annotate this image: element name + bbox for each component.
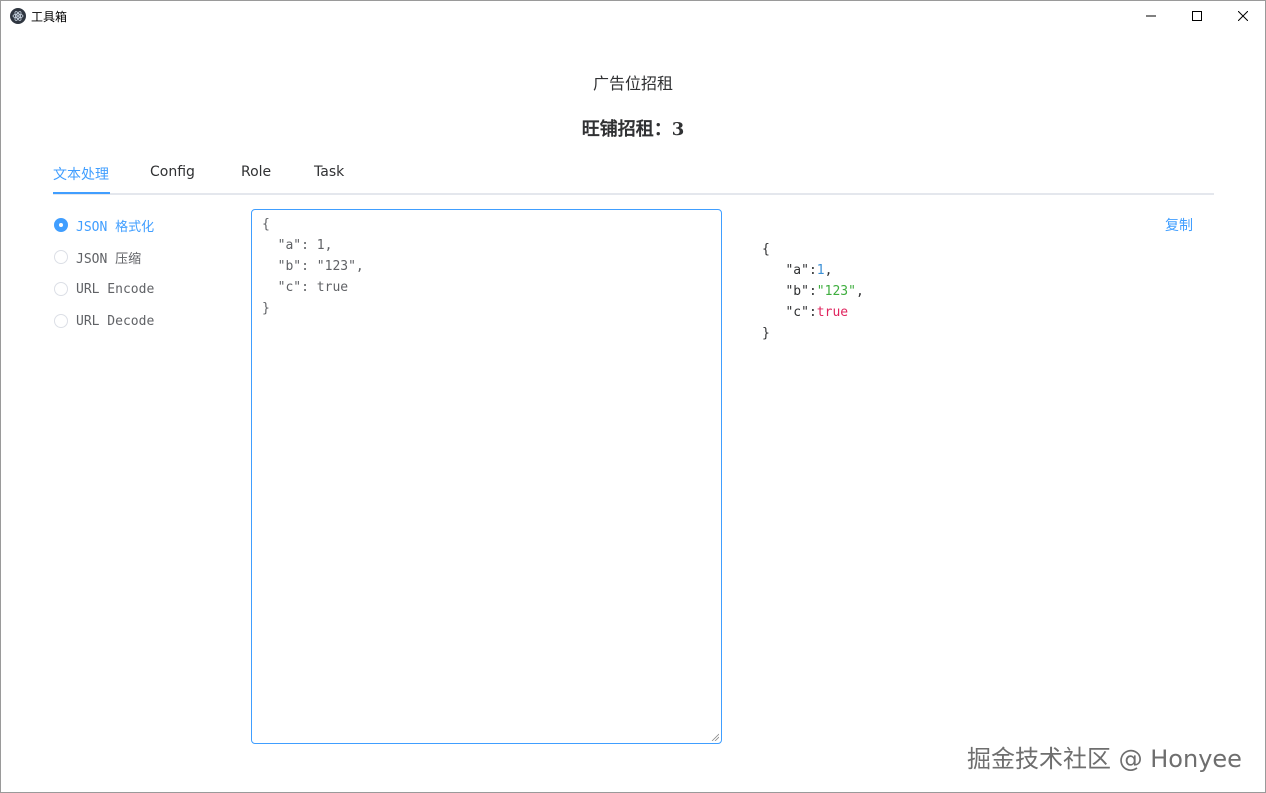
output-entry-b: "b":"123", bbox=[762, 281, 864, 302]
json-output-viewer: { "a":1, "b":"123", "c":true } bbox=[762, 239, 864, 344]
json-colon: : bbox=[808, 263, 817, 278]
radio-url-encode[interactable]: URL Encode bbox=[54, 279, 154, 299]
watermark-text: 掘金技术社区 @ Honyee bbox=[967, 745, 1242, 773]
json-key: "c" bbox=[785, 305, 809, 320]
ad-banner-title: 广告位招租 bbox=[592, 74, 673, 93]
tab-role[interactable]: Role bbox=[241, 164, 271, 193]
json-colon: : bbox=[808, 284, 817, 299]
json-number-value: 1 bbox=[816, 263, 825, 278]
tab-bar: 文本处理 Config Role Task bbox=[53, 164, 1214, 195]
json-input-container bbox=[251, 209, 722, 744]
radio-unchecked-icon bbox=[54, 314, 68, 328]
output-entry-a: "a":1, bbox=[762, 260, 864, 281]
tab-config[interactable]: Config bbox=[150, 164, 195, 193]
active-tab-indicator bbox=[53, 192, 110, 194]
output-close-brace: } bbox=[762, 326, 770, 341]
radio-label: JSON 压缩 bbox=[76, 251, 142, 267]
resize-grip-icon[interactable] bbox=[711, 733, 719, 741]
tab-text-processing[interactable]: 文本处理 bbox=[53, 164, 109, 193]
json-comma: , bbox=[824, 263, 833, 278]
json-key: "b" bbox=[785, 284, 809, 299]
radio-json-compress[interactable]: JSON 压缩 bbox=[54, 247, 141, 267]
close-icon bbox=[1238, 11, 1248, 21]
maximize-icon bbox=[1192, 11, 1202, 21]
radio-url-decode[interactable]: URL Decode bbox=[54, 311, 154, 331]
app-window: 工具箱 广告位招租 旺铺招租：3 文本处理 Config Role Task J… bbox=[0, 0, 1266, 793]
close-button[interactable] bbox=[1220, 1, 1266, 31]
radio-checked-icon bbox=[54, 218, 68, 232]
radio-label: URL Decode bbox=[76, 313, 155, 329]
copy-button[interactable]: 复制 bbox=[1165, 215, 1193, 235]
shop-rental-title: 旺铺招租：3 bbox=[581, 119, 685, 140]
window-title: 工具箱 bbox=[31, 10, 68, 24]
output-entry-c: "c":true bbox=[762, 302, 864, 323]
maximize-button[interactable] bbox=[1174, 1, 1220, 31]
json-input-textarea[interactable] bbox=[252, 210, 721, 743]
radio-label: URL Encode bbox=[76, 281, 155, 297]
json-string-value: "123" bbox=[816, 284, 856, 299]
radio-unchecked-icon bbox=[54, 250, 68, 264]
json-boolean-value: true bbox=[816, 305, 849, 320]
tab-task[interactable]: Task bbox=[314, 164, 344, 193]
radio-label: JSON 格式化 bbox=[76, 219, 155, 235]
output-open-brace: { bbox=[762, 242, 770, 257]
minimize-button[interactable] bbox=[1128, 1, 1174, 31]
electron-atom-icon bbox=[10, 8, 26, 24]
title-bar[interactable]: 工具箱 bbox=[1, 1, 1265, 31]
radio-json-format[interactable]: JSON 格式化 bbox=[54, 215, 154, 235]
json-comma: , bbox=[855, 284, 864, 299]
json-colon: : bbox=[808, 305, 817, 320]
json-key: "a" bbox=[785, 263, 809, 278]
minimize-icon bbox=[1146, 15, 1156, 17]
radio-unchecked-icon bbox=[54, 282, 68, 296]
